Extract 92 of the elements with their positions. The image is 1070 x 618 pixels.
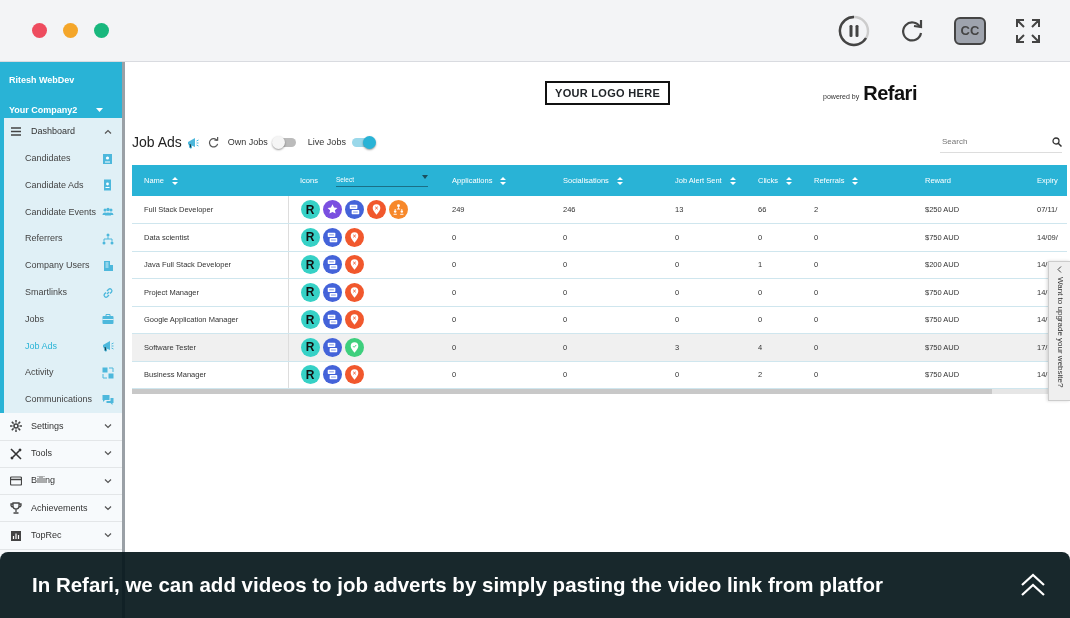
chevron-down-icon [104, 451, 112, 457]
chat-icon [102, 393, 114, 406]
window-control-button[interactable] [94, 23, 109, 38]
people-icon [102, 206, 114, 219]
company-name: Your Company2 [9, 103, 78, 117]
sort-icon[interactable] [729, 176, 736, 185]
expand-up-icon[interactable] [1020, 572, 1046, 598]
chat-badge-icon [322, 282, 342, 302]
logo-badge: R [300, 255, 320, 275]
star-badge-icon [322, 200, 342, 219]
menu-section[interactable]: TopRec [0, 522, 122, 550]
chat-badge-icon [322, 365, 342, 385]
chevron-down-icon [104, 478, 112, 484]
location-x-badge-icon [344, 282, 364, 302]
chevron-up-icon [104, 129, 112, 135]
briefcase-icon [102, 313, 114, 326]
toggle-switch[interactable] [273, 138, 296, 147]
window-control-button[interactable] [63, 23, 78, 38]
search-field[interactable]: Search [940, 135, 1040, 149]
logo-badge: R [300, 365, 320, 385]
chat-badge-icon [322, 310, 342, 330]
chat-badge-icon [322, 255, 342, 275]
menu-section[interactable]: Achievements [0, 495, 122, 523]
tools-icon [10, 447, 22, 460]
page-title: Job Ads [132, 133, 182, 152]
pause-icon[interactable] [838, 14, 870, 47]
id-card-icon [102, 179, 114, 192]
megaphone-icon [186, 136, 199, 149]
search-icon[interactable] [1052, 137, 1062, 147]
window-control-button[interactable] [32, 23, 47, 38]
chat-badge-icon [322, 337, 342, 357]
menu-item[interactable]: Company Users [4, 252, 122, 280]
menu-item[interactable]: Communications [4, 386, 122, 414]
logo-badge: R [300, 200, 320, 219]
building-icon [102, 259, 114, 272]
logo-badge: R [300, 282, 320, 302]
menu-section[interactable]: Dashboard [4, 118, 122, 146]
menu-icon [10, 125, 22, 138]
menu-section[interactable]: Settings [0, 413, 122, 441]
user-name: Ritesh WebDev [9, 74, 76, 87]
upgrade-side-tab[interactable]: Want to upgrade your website? [1048, 261, 1070, 401]
menu-item[interactable]: Smartlinks [4, 279, 122, 307]
link-icon [102, 286, 114, 299]
chevron-down-icon [104, 533, 112, 539]
menu-item[interactable]: Activity [4, 359, 122, 387]
chevron-down-icon [104, 423, 112, 429]
logo: YOUR LOGO HERE [545, 80, 671, 106]
fullscreen-icon[interactable] [1015, 17, 1041, 44]
chat-badge-icon [322, 227, 342, 247]
toggle-label: Own Jobs [227, 135, 268, 149]
sort-icon[interactable] [500, 176, 507, 185]
menu-item[interactable]: Candidate Ads [4, 172, 122, 199]
sort-icon[interactable] [786, 176, 792, 185]
refresh-icon[interactable] [207, 137, 219, 148]
menu-item[interactable]: Candidates [4, 145, 122, 173]
menu-section[interactable]: Tools [0, 440, 122, 468]
location-x-badge-icon [366, 200, 386, 219]
logo-badge: R [300, 227, 320, 247]
chevron-down-icon [104, 505, 112, 511]
toggle-label: Live Jobs [307, 135, 346, 149]
caption-text: In Refari, we can add videos to job adverts by simply pasting the video link from platfor [32, 571, 883, 598]
brand-logo: Refari [863, 81, 917, 106]
menu-item[interactable]: Candidate Events [4, 198, 122, 226]
menu-item[interactable]: Jobs [4, 306, 122, 333]
sort-icon[interactable] [172, 176, 178, 185]
logo-badge: R [300, 337, 320, 357]
menu-section[interactable]: Billing [0, 467, 122, 496]
reload-icon[interactable] [899, 17, 925, 44]
people-badge-icon [388, 200, 408, 219]
location-x-badge-icon [344, 365, 364, 385]
caret-icon [421, 174, 428, 179]
chevron-left-icon [1057, 266, 1062, 273]
location-x-badge-icon [344, 310, 364, 330]
person-card-icon [102, 152, 114, 165]
megaphone-icon [102, 340, 114, 353]
captions-button[interactable]: CC [954, 16, 986, 45]
sort-icon[interactable] [616, 176, 623, 185]
chat-badge-icon [344, 200, 364, 219]
caret-icon [96, 108, 103, 113]
menu-item[interactable]: Referrers [4, 225, 122, 253]
bar-chart-icon [10, 529, 22, 542]
settings-icon [10, 420, 22, 433]
hierarchy-icon [102, 233, 114, 246]
activity-icon [102, 367, 114, 380]
sort-icon[interactable] [852, 176, 859, 185]
location-x-badge-icon [344, 227, 364, 247]
logo-badge: R [300, 310, 320, 330]
card-icon [10, 475, 22, 487]
location-check-badge-icon [344, 337, 364, 357]
trophy-icon [10, 502, 22, 515]
toggle-switch[interactable] [351, 138, 374, 147]
location-x-badge-icon [344, 255, 364, 275]
